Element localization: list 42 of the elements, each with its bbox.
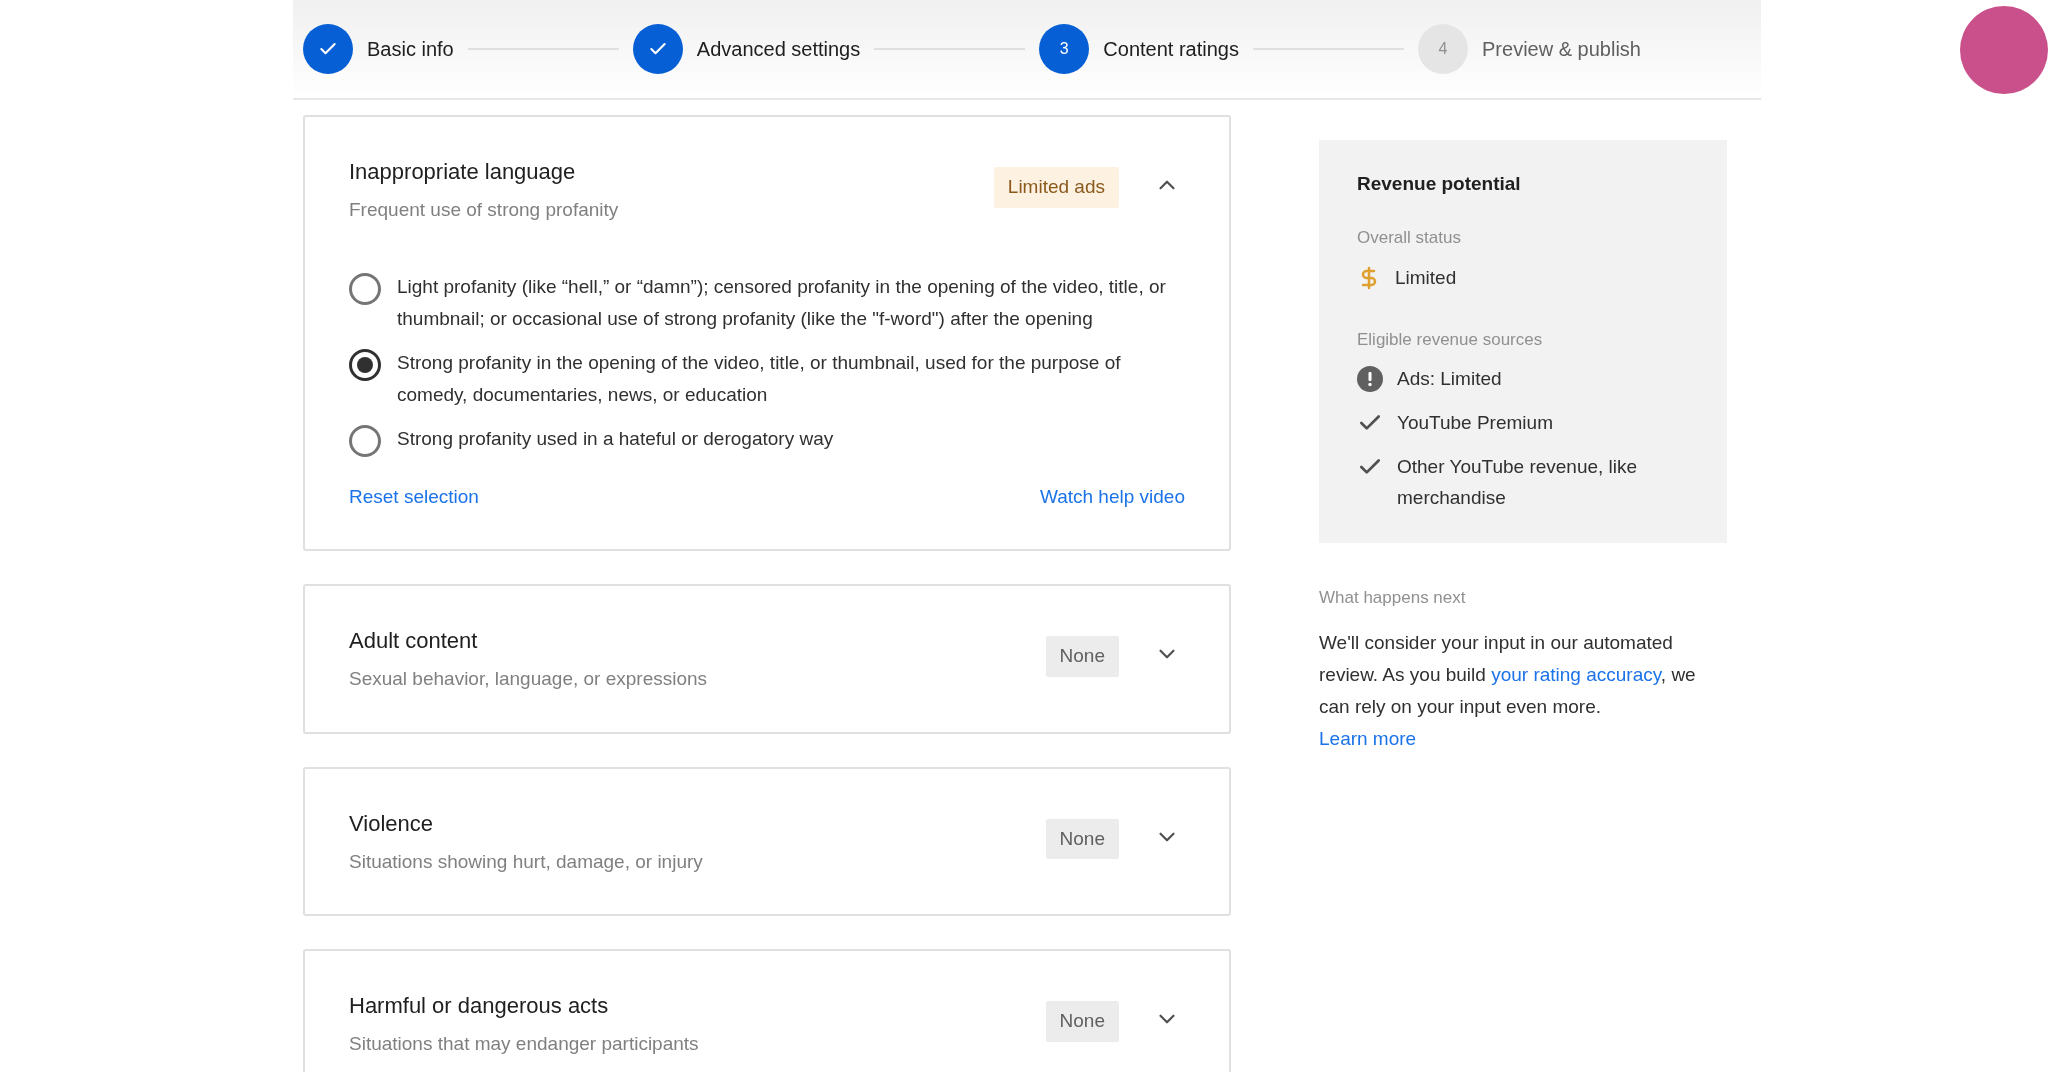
panel-title: Revenue potential (1357, 172, 1522, 196)
next-steps-text: We'll consider your input in our automated review. As you build your rating accuracy, we can rely on your input even more. (1319, 630, 1697, 719)
rating-accuracy-link[interactable]: your rating accuracy (1491, 663, 1661, 685)
rating-badge: Limited ads (993, 167, 1119, 208)
radio-button[interactable] (349, 272, 381, 305)
reset-selection-link[interactable]: Reset selection (349, 482, 479, 511)
card-title: Harmful or dangerous acts (349, 992, 610, 1020)
revenue-source: Ads: Limited (1397, 367, 1502, 391)
card-title: Inappropriate language (349, 158, 577, 186)
step-number: 4 (1418, 24, 1469, 74)
step-number: 3 (1039, 24, 1090, 74)
card-subtitle: Frequent use of strong profanity (349, 198, 620, 222)
status-text: Limited (1395, 266, 1457, 290)
step-label: Preview & publish (1482, 37, 1641, 62)
step-tab[interactable]: Basic info (303, 24, 454, 74)
help-video-link[interactable]: Watch help video (1039, 482, 1185, 511)
card-title: Adult content (349, 627, 479, 655)
section-heading: What happens next (1319, 587, 1467, 609)
option-label: Strong profanity used in a hateful or derogatory way (397, 426, 834, 451)
revenue-source: Other YouTube revenue, like merchandise (1397, 455, 1639, 510)
alert-icon (1357, 366, 1383, 392)
learn-more-link[interactable]: Learn more (1319, 722, 1417, 755)
step-tab[interactable]: 4 Preview & publish (1418, 24, 1641, 74)
step-label: Advanced settings (696, 37, 861, 62)
card-subtitle: Sexual behavior, language, or expressions (349, 667, 709, 691)
card-subtitle: Situations that may endanger participants (349, 1032, 700, 1056)
step-label: Basic info (367, 37, 454, 62)
rating-badge: None (1045, 636, 1119, 677)
rating-badge: None (1045, 1001, 1119, 1042)
card-title: Violence (349, 809, 434, 838)
step-tab[interactable]: 3 Content ratings (1039, 24, 1239, 74)
step-label: Content ratings (1103, 37, 1239, 62)
card-subtitle: Situations showing hurt, damage, or injury (349, 849, 704, 874)
option-label: Strong profanity in the opening of the video, title, or thumbnail, used for the purpose of comedy, documentaries, news, or education (397, 350, 1122, 407)
radio-button[interactable] (349, 424, 381, 457)
rating-badge: None (1045, 818, 1119, 859)
revenue-source: YouTube Premium (1397, 411, 1553, 435)
step-tab[interactable]: Advanced settings (632, 24, 861, 74)
radio-button[interactable] (349, 348, 381, 381)
section-label: Overall status (1357, 226, 1462, 249)
option-label: Light profanity (like “hell,” or “damn”); censored profanity in the opening of the video, title, or thumbnail; or occasional use of strong profanity (like the "f-word") after the opening (397, 274, 1167, 331)
section-label: Eligible revenue sources (1357, 328, 1544, 351)
